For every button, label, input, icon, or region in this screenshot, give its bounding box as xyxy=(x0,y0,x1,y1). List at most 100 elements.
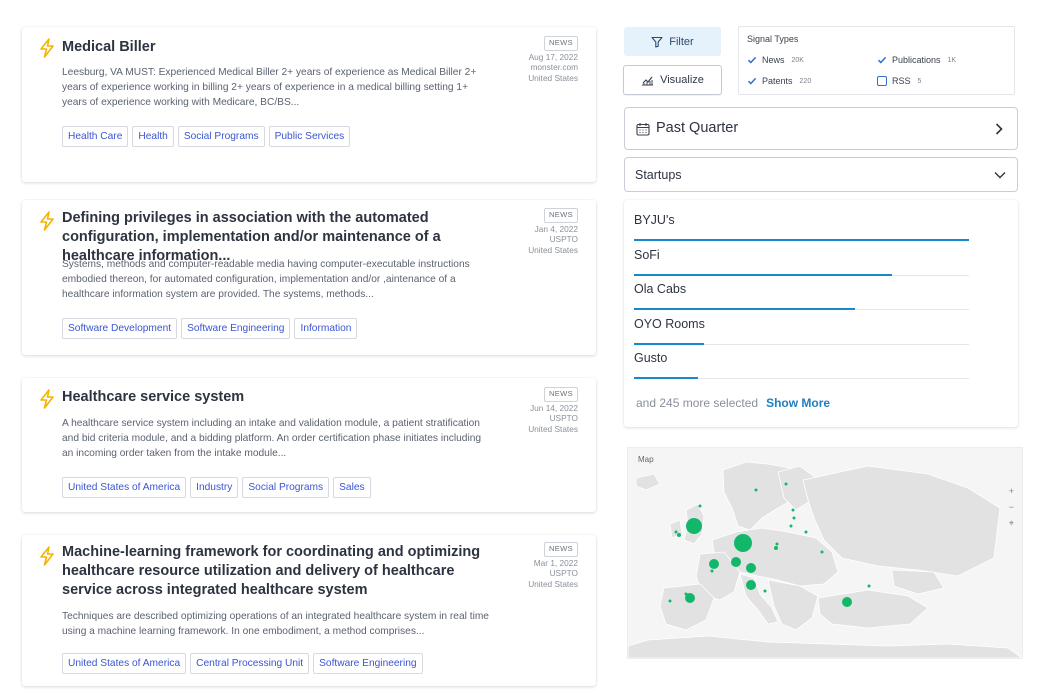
tag-chip[interactable]: Information xyxy=(294,318,358,339)
checkmark-icon[interactable] xyxy=(877,55,887,65)
signal-date: Aug 17, 2022 xyxy=(528,51,578,62)
map-marker[interactable] xyxy=(867,584,871,588)
tag-chip[interactable]: Health xyxy=(132,126,174,147)
signal-title[interactable]: Machine-learning framework for coordinat… xyxy=(62,543,492,600)
signal-country: United States xyxy=(528,244,578,255)
lightning-icon xyxy=(40,389,54,409)
map-marker[interactable] xyxy=(674,530,678,534)
checkmark-icon[interactable] xyxy=(747,55,757,65)
filter-icon xyxy=(651,36,663,48)
checkbox-empty[interactable] xyxy=(877,76,887,86)
startup-name: Ola Cabs xyxy=(634,282,687,297)
signal-card[interactable]: Defining privileges in association with … xyxy=(22,200,596,355)
signal-type-option[interactable]: RSS 5 xyxy=(877,76,921,86)
tag-chip[interactable]: Health Care xyxy=(62,126,129,147)
signal-type-label: Patents xyxy=(762,76,793,86)
map-marker[interactable] xyxy=(763,589,767,593)
map-marker[interactable] xyxy=(710,569,714,573)
period-select-label: Past Quarter xyxy=(656,120,739,136)
signal-description: A healthcare service system including an… xyxy=(62,418,482,459)
tag-chip[interactable]: United States of America xyxy=(62,477,187,498)
startup-bar-fill xyxy=(634,377,698,380)
zoom-in-button[interactable]: + xyxy=(1009,486,1014,496)
tag-chip[interactable]: Industry xyxy=(190,477,239,498)
signal-type-badge: NEWS xyxy=(544,36,578,51)
map-marker[interactable] xyxy=(792,516,796,520)
tag-chip[interactable]: Central Processing Unit xyxy=(190,653,310,674)
map-marker[interactable] xyxy=(775,542,779,546)
calendar-icon xyxy=(636,123,650,136)
signal-card[interactable]: Machine-learning framework for coordinat… xyxy=(22,535,596,686)
signal-type-option[interactable]: News 20K xyxy=(747,55,804,65)
reset-view-button[interactable]: ⌖ xyxy=(1009,518,1014,529)
show-more-link[interactable]: Show More xyxy=(766,396,830,410)
tag-list: Health Care Health Social Programs Public S… xyxy=(62,126,351,147)
zoom-out-button[interactable]: − xyxy=(1009,502,1014,512)
tag-chip[interactable]: Public Services xyxy=(268,126,351,147)
tag-chip[interactable]: Software Engineering xyxy=(181,318,291,339)
signal-country: United States xyxy=(528,578,578,589)
map-marker[interactable] xyxy=(774,546,778,550)
map-marker[interactable] xyxy=(668,599,672,603)
chart-icon xyxy=(642,76,654,86)
map-marker[interactable] xyxy=(698,504,702,508)
startup-name: Gusto xyxy=(634,351,668,366)
map-title: Map xyxy=(638,455,654,464)
map-marker[interactable] xyxy=(709,559,719,569)
startup-item[interactable]: Ola Cabs xyxy=(634,276,969,311)
startup-item[interactable]: OYO Rooms xyxy=(634,311,969,345)
visualize-button-label: Visualize xyxy=(660,74,704,86)
map-marker[interactable] xyxy=(789,524,793,528)
tag-chip[interactable]: Sales xyxy=(333,477,371,498)
map-marker[interactable] xyxy=(746,580,756,590)
signal-title[interactable]: Medical Biller xyxy=(62,38,492,57)
signal-meta: NEWS Jun 14, 2022 USPTO United States xyxy=(528,387,578,434)
map-marker[interactable] xyxy=(842,597,852,607)
signal-date: Jun 14, 2022 xyxy=(530,402,578,413)
visualize-button[interactable]: Visualize xyxy=(623,65,722,95)
map-marker[interactable] xyxy=(784,482,788,486)
startup-item[interactable]: Gusto xyxy=(634,345,969,380)
category-select[interactable]: Startups xyxy=(624,157,1018,192)
tag-list: United States of America Industry Social P… xyxy=(62,477,371,498)
signal-card[interactable]: Medical Biller Leesburg, VA MUST: Experi… xyxy=(22,27,596,182)
tag-chip[interactable]: United States of America xyxy=(62,653,187,674)
tag-chip[interactable]: Software Development xyxy=(62,318,178,339)
signal-country: United States xyxy=(528,72,578,83)
tag-chip[interactable]: Social Programs xyxy=(177,126,265,147)
signal-types-panel: Signal Types News 20K Publications 1K Patent… xyxy=(738,26,1015,95)
map-marker[interactable] xyxy=(791,508,795,512)
startup-item[interactable]: SoFi xyxy=(634,242,969,276)
map-marker[interactable] xyxy=(677,533,681,537)
filter-button[interactable]: Filter xyxy=(624,27,721,56)
signal-country: United States xyxy=(528,423,578,434)
map-marker[interactable] xyxy=(804,530,808,534)
signal-type-badge: NEWS xyxy=(544,208,578,223)
map-marker[interactable] xyxy=(686,518,702,534)
map-marker[interactable] xyxy=(754,488,758,492)
filter-button-label: Filter xyxy=(669,35,694,48)
category-select-label: Startups xyxy=(635,168,682,182)
startup-item[interactable]: BYJU's xyxy=(634,207,969,241)
tag-chip[interactable]: Social Programs xyxy=(242,477,330,498)
map-marker[interactable] xyxy=(731,557,741,567)
map-marker[interactable] xyxy=(684,592,688,596)
signal-type-option[interactable]: Publications 1K xyxy=(877,55,956,65)
signal-card[interactable]: Healthcare service system A healthcare s… xyxy=(22,378,596,512)
signal-type-label: Publications xyxy=(892,55,941,65)
startup-name: OYO Rooms xyxy=(634,316,705,331)
signal-date: Jan 4, 2022 xyxy=(534,223,578,234)
more-selected: and 245 more selected Show More xyxy=(636,396,830,410)
signal-source: USPTO xyxy=(549,568,578,578)
map-marker[interactable] xyxy=(734,534,752,552)
map-marker[interactable] xyxy=(746,563,756,573)
signal-title[interactable]: Healthcare service system xyxy=(62,388,492,407)
map-marker[interactable] xyxy=(820,550,824,554)
period-select[interactable]: Past Quarter xyxy=(624,107,1018,150)
signal-description: Systems, methods and computer-readable m… xyxy=(62,259,470,300)
signal-type-option[interactable]: Patents 220 xyxy=(747,76,811,86)
tag-chip[interactable]: Software Engineering xyxy=(313,653,423,674)
map-widget[interactable]: Map + − ⌖ xyxy=(627,447,1023,659)
checkmark-icon[interactable] xyxy=(747,76,757,86)
signal-description: Leesburg, VA MUST: Experienced Medical B… xyxy=(62,67,477,108)
